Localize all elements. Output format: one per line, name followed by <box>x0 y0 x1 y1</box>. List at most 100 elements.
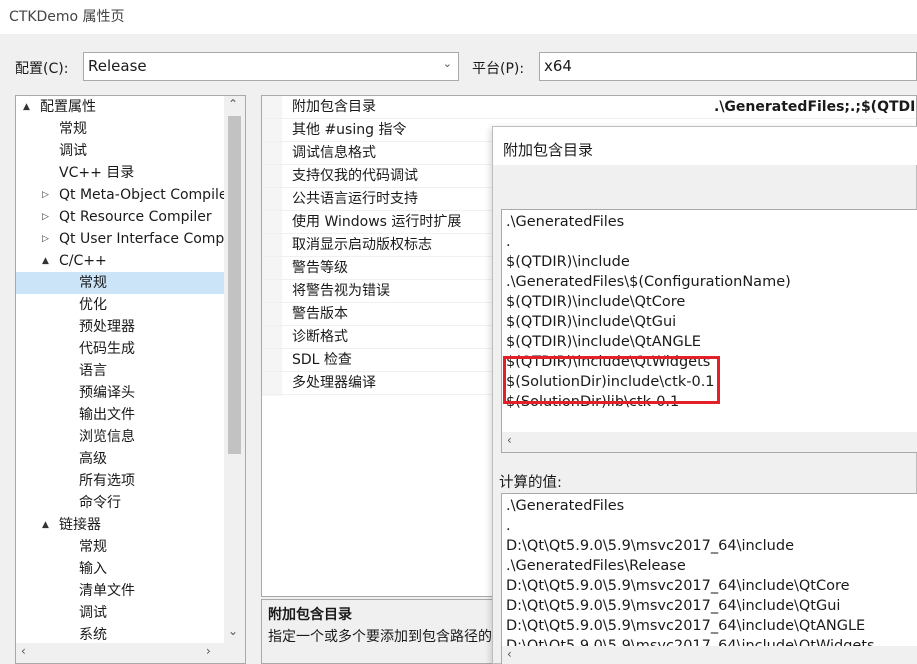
tree-item-label: Qt Resource Compiler <box>59 209 212 225</box>
settings-tree[interactable]: ▲ 配置属性 常规 调试 VC++ 目录 ▷ Qt Meta-Object Compiler… <box>15 95 246 664</box>
include-dir-line[interactable]: .\GeneratedFiles <box>506 212 624 232</box>
dialog-header: 附加包含目录 <box>493 127 917 165</box>
tree-item[interactable]: 优化 <box>16 294 224 316</box>
scroll-left-icon[interactable]: ‹ <box>507 647 512 661</box>
include-dir-line[interactable]: $(QTDIR)\include <box>506 252 630 272</box>
tree-item-label: 输出文件 <box>79 407 135 423</box>
computed-value-line: .\GeneratedFiles\Release <box>506 558 686 574</box>
tree-item[interactable]: ▲ C/C++ <box>16 250 224 272</box>
tree-item-label: 输入 <box>79 561 107 577</box>
description-title: 附加包含目录 <box>268 607 352 623</box>
tree-item[interactable]: 所有选项 <box>16 470 224 492</box>
tree-item-label: 所有选项 <box>79 473 135 489</box>
scroll-right-icon[interactable]: › <box>206 644 211 658</box>
tree-item-label: 预编译头 <box>79 385 135 401</box>
tree-item-label: 代码生成 <box>79 341 135 357</box>
include-dir-line[interactable]: $(QTDIR)\include\QtCore <box>506 292 685 312</box>
editor-horizontal-scrollbar[interactable]: ‹ <box>502 432 917 452</box>
include-dirs-editor[interactable]: .\GeneratedFiles. $(QTDIR)\include .\Gener… <box>501 209 917 453</box>
expand-triangle-icon[interactable]: ▷ <box>42 184 49 206</box>
computed-horizontal-scrollbar[interactable]: ‹ <box>502 646 917 664</box>
tree-item[interactable]: ▲ 配置属性 <box>16 96 224 118</box>
tree-item[interactable]: 常规 <box>16 118 224 140</box>
computed-value-line: D:\Qt\Qt5.9.0\5.9\msvc2017_64\include\Qt… <box>506 578 850 594</box>
tree-item-label: 清单文件 <box>79 583 135 599</box>
tree-item[interactable]: 清单文件 <box>16 580 224 602</box>
property-name: SDL 检查 <box>292 352 352 368</box>
tree-item-label: Qt Meta-Object Compiler <box>59 187 224 203</box>
tree-item-label: Qt User Interface Compiler <box>59 231 224 247</box>
include-dir-line[interactable]: $(QTDIR)\include\QtANGLE <box>506 332 701 352</box>
property-name: 支持仅我的代码调试 <box>292 168 418 184</box>
property-name: 取消显示启动版权标志 <box>292 237 432 253</box>
computed-value-line: D:\Qt\Qt5.9.0\5.9\msvc2017_64\include <box>506 538 794 554</box>
tree-item[interactable]: ▷ Qt User Interface Compiler <box>16 228 224 250</box>
computed-values-label: 计算的值: <box>499 475 562 491</box>
tree-item-label: C/C++ <box>59 253 107 269</box>
property-name: 附加包含目录 <box>292 99 376 115</box>
property-name: 其他 #using 指令 <box>292 122 407 138</box>
property-name: 将警告视为错误 <box>292 283 390 299</box>
tree-item-label: VC++ 目录 <box>59 165 135 181</box>
tree-item[interactable]: 语言 <box>16 360 224 382</box>
tree-item[interactable]: 高级 <box>16 448 224 470</box>
property-value[interactable]: .\GeneratedFiles;.;$(QTDIR)\include;.\Ge… <box>714 96 916 118</box>
dialog-title: 附加包含目录 <box>503 141 594 159</box>
tree-item[interactable]: 调试 <box>16 602 224 624</box>
config-dropdown[interactable]: Release ⌄ <box>83 52 459 81</box>
property-row[interactable]: 附加包含目录 .\GeneratedFiles;.;$(QTDIR)\includ… <box>262 96 916 119</box>
scroll-left-icon[interactable]: ‹ <box>507 433 512 447</box>
tree-item-label: 常规 <box>79 539 107 555</box>
collapse-triangle-icon[interactable]: ▲ <box>42 250 49 272</box>
computed-value-line: D:\Qt\Qt5.9.0\5.9\msvc2017_64\include\Qt… <box>506 618 866 634</box>
tree-item[interactable]: 代码生成 <box>16 338 224 360</box>
tree-item-label: 预处理器 <box>79 319 135 335</box>
include-dir-line[interactable]: $(SolutionDir)include\ctk-0.1 <box>506 372 715 392</box>
tree-item[interactable]: ▷ Qt Resource Compiler <box>16 206 224 228</box>
tree-item[interactable]: 输入 <box>16 558 224 580</box>
scroll-left-icon[interactable]: ‹ <box>21 644 26 658</box>
include-dir-line[interactable]: $(SolutionDir)lib\ctk-0.1 <box>506 392 679 412</box>
tree-item-label: 配置属性 <box>40 99 96 115</box>
tree-item[interactable]: 输出文件 <box>16 404 224 426</box>
tree-item[interactable]: 常规 <box>16 536 224 558</box>
tree-item[interactable]: 常规 <box>16 272 224 294</box>
tree-item[interactable]: 调试 <box>16 140 224 162</box>
property-name: 公共语言运行时支持 <box>292 191 418 207</box>
collapse-triangle-icon[interactable]: ▲ <box>23 96 30 118</box>
tree-item-label: 高级 <box>79 451 107 467</box>
include-dir-line[interactable]: .\GeneratedFiles\$(ConfigurationName) <box>506 272 791 292</box>
property-name: 诊断格式 <box>292 329 348 345</box>
tree-item[interactable]: 预处理器 <box>16 316 224 338</box>
collapse-triangle-icon[interactable]: ▲ <box>42 514 49 536</box>
tree-horizontal-scrollbar[interactable]: ‹ › <box>16 643 245 663</box>
scroll-down-icon[interactable]: ⌄ <box>228 624 238 638</box>
tree-item-label: 浏览信息 <box>79 429 135 445</box>
property-name: 警告版本 <box>292 306 348 322</box>
tree-vertical-scrollbar[interactable]: ⌃ ⌄ <box>224 96 245 645</box>
include-dirs-dialog: 附加包含目录 .\GeneratedFiles. $(QTDIR)\include… <box>492 126 917 664</box>
scroll-up-icon[interactable]: ⌃ <box>228 97 238 111</box>
tree-item-label: 链接器 <box>59 517 101 533</box>
tree-scroll-thumb[interactable] <box>228 116 241 454</box>
include-dir-line[interactable]: . <box>506 232 511 252</box>
platform-dropdown[interactable]: x64 <box>539 52 917 81</box>
property-name: 调试信息格式 <box>292 145 376 161</box>
tree-item[interactable]: VC++ 目录 <box>16 162 224 184</box>
expand-triangle-icon[interactable]: ▷ <box>42 228 49 250</box>
window-title: CTKDemo 属性页 <box>9 9 125 25</box>
computed-value-line: . <box>506 518 511 534</box>
tree-item[interactable]: ▲ 链接器 <box>16 514 224 536</box>
tree-item[interactable]: 预编译头 <box>16 382 224 404</box>
computed-values-box: .\GeneratedFiles. D:\Qt\Qt5.9.0\5.9\msvc2… <box>501 493 917 664</box>
tree-item[interactable]: ▷ Qt Meta-Object Compiler <box>16 184 224 206</box>
tree-item[interactable]: 浏览信息 <box>16 426 224 448</box>
expand-triangle-icon[interactable]: ▷ <box>42 206 49 228</box>
config-label: 配置(C): <box>15 61 69 77</box>
config-value: Release <box>88 57 147 75</box>
tree-item[interactable]: 命令行 <box>16 492 224 514</box>
include-dir-line[interactable]: $(QTDIR)\include\QtGui <box>506 312 676 332</box>
platform-value: x64 <box>544 57 572 75</box>
include-dir-line[interactable]: $(QTDIR)\include\QtWidgets <box>506 352 710 372</box>
platform-label: 平台(P): <box>472 61 525 77</box>
